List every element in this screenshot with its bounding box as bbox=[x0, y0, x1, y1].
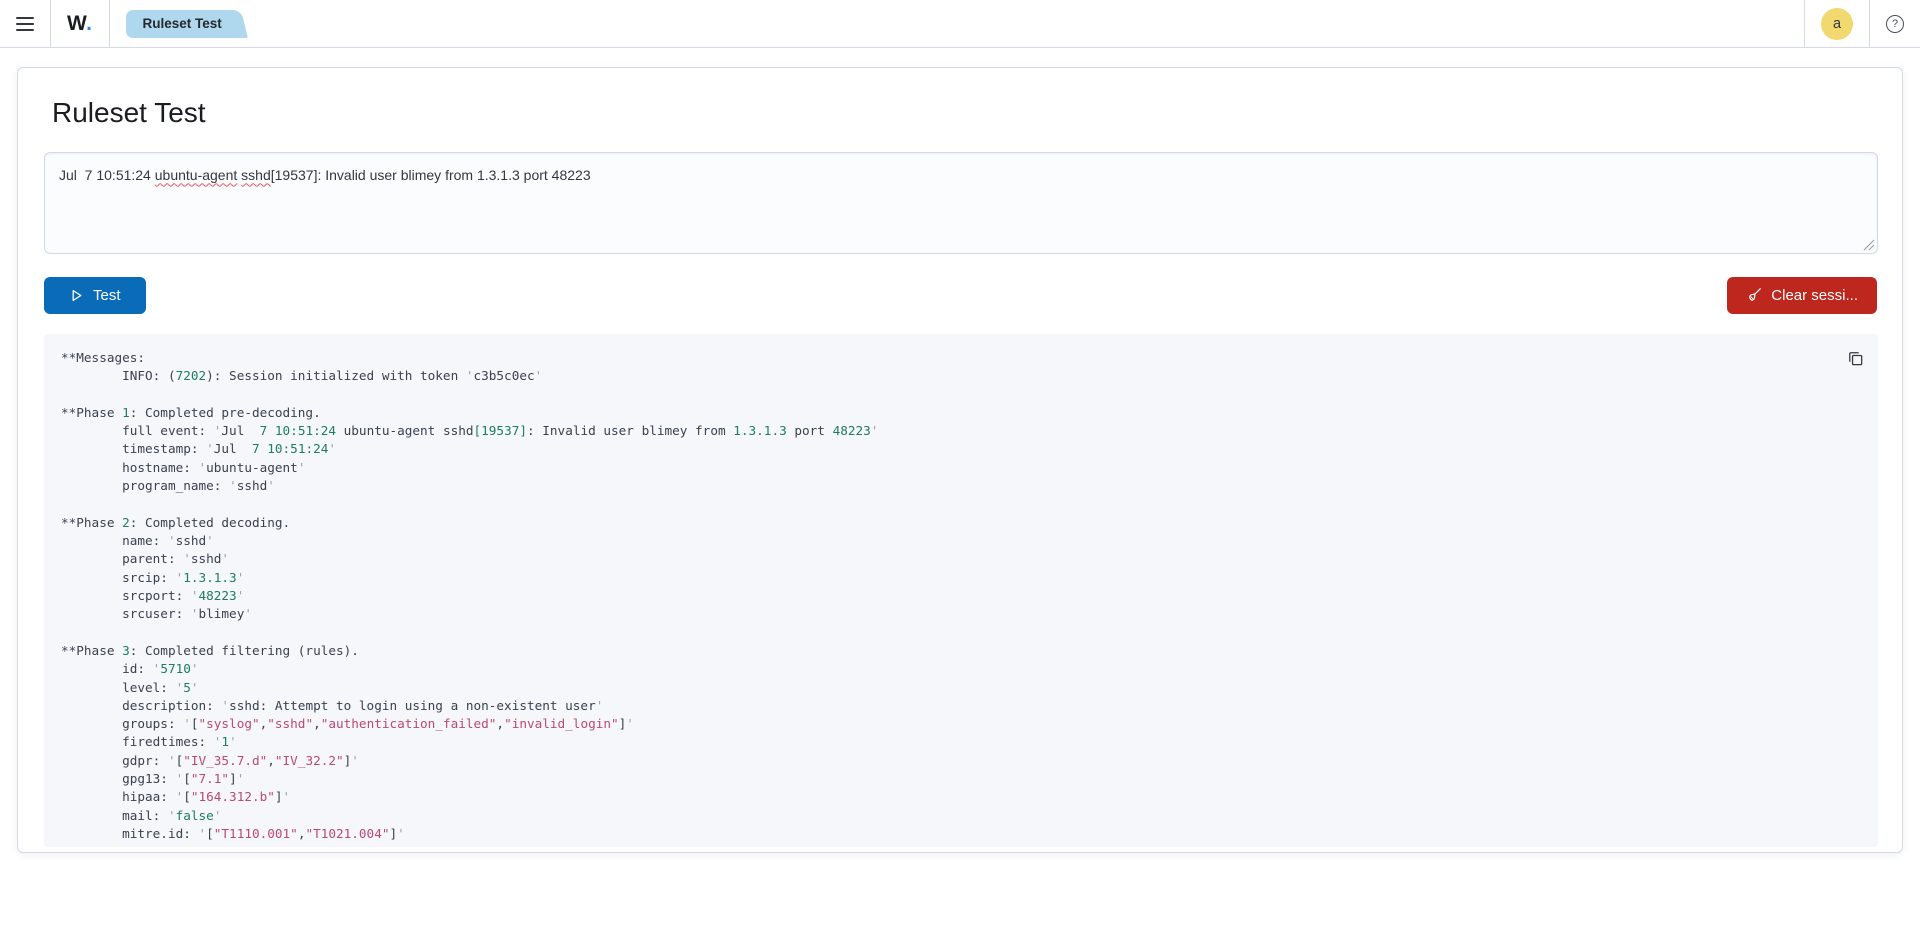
code-line bbox=[61, 385, 1838, 403]
help-cell: ? bbox=[1870, 0, 1920, 47]
log-event-text: Jul 7 10:51:24 ubuntu-agent sshd[19537]:… bbox=[59, 165, 1863, 185]
tab-label: Ruleset Test bbox=[143, 16, 222, 31]
code-line bbox=[61, 495, 1838, 513]
copy-button[interactable] bbox=[1845, 350, 1865, 370]
code-line: gdpr: '["IV_35.7.d","IV_32.2"]' bbox=[61, 752, 1838, 770]
code-line: id: '5710' bbox=[61, 660, 1838, 678]
test-button[interactable]: Test bbox=[44, 277, 146, 314]
code-line: level: '5' bbox=[61, 679, 1838, 697]
code-line: **Phase 1: Completed pre-decoding. bbox=[61, 404, 1838, 422]
code-line bbox=[61, 624, 1838, 642]
code-line: INFO: (7202): Session initialized with t… bbox=[61, 367, 1838, 385]
avatar[interactable]: a bbox=[1821, 8, 1853, 40]
code-line: gpg13: '["7.1"]' bbox=[61, 770, 1838, 788]
menu-cell bbox=[0, 0, 50, 47]
code-line: full event: 'Jul 7 10:51:24 ubuntu-agent… bbox=[61, 422, 1838, 440]
code-line: groups: '["syslog","sshd","authenticatio… bbox=[61, 715, 1838, 733]
code-line: **Messages: bbox=[61, 349, 1838, 367]
avatar-cell: a bbox=[1805, 0, 1869, 47]
code-line: mail: 'false' bbox=[61, 807, 1838, 825]
logo-dot: . bbox=[86, 12, 92, 35]
broom-icon bbox=[1746, 287, 1762, 303]
code-line: srcuser: 'blimey' bbox=[61, 605, 1838, 623]
breadcrumb-area: Ruleset Test bbox=[110, 0, 228, 47]
test-button-label: Test bbox=[93, 287, 121, 304]
code-line: **Phase 3: Completed filtering (rules). bbox=[61, 642, 1838, 660]
spellcheck-word: ubuntu-agent bbox=[155, 167, 238, 183]
code-line: timestamp: 'Jul 7 10:51:24' bbox=[61, 440, 1838, 458]
code-line: firedtimes: '1' bbox=[61, 733, 1838, 751]
clear-session-label: Clear sessi... bbox=[1771, 287, 1858, 304]
test-output-block[interactable]: **Messages: INFO: (7202): Session initia… bbox=[44, 334, 1878, 847]
wazuh-logo[interactable]: W. bbox=[67, 12, 93, 36]
code-line: srcip: '1.3.1.3' bbox=[61, 569, 1838, 587]
help-icon[interactable]: ? bbox=[1886, 15, 1904, 33]
code-line: hostname: 'ubuntu-agent' bbox=[61, 459, 1838, 477]
code-line: **Phase 2: Completed decoding. bbox=[61, 514, 1838, 532]
clear-session-button[interactable]: Clear sessi... bbox=[1727, 277, 1877, 314]
code-line: srcport: '48223' bbox=[61, 587, 1838, 605]
code-line: description: 'sshd: Attempt to login usi… bbox=[61, 697, 1838, 715]
resize-handle[interactable] bbox=[1863, 239, 1875, 251]
code-line: name: 'sshd' bbox=[61, 532, 1838, 550]
tab-ruleset-test[interactable]: Ruleset Test bbox=[126, 10, 228, 38]
ruleset-test-panel: Ruleset Test Jul 7 10:51:24 ubuntu-agent… bbox=[17, 67, 1903, 853]
log-event-input[interactable]: Jul 7 10:51:24 ubuntu-agent sshd[19537]:… bbox=[44, 152, 1878, 254]
code-line: parent: 'sshd' bbox=[61, 550, 1838, 568]
play-icon bbox=[69, 288, 84, 303]
code-line: hipaa: '["164.312.b"]' bbox=[61, 788, 1838, 806]
page-title: Ruleset Test bbox=[52, 96, 1877, 130]
code-line: program_name: 'sshd' bbox=[61, 477, 1838, 495]
help-glyph: ? bbox=[1892, 18, 1898, 30]
logo-letter: W bbox=[67, 12, 86, 35]
test-output-code: **Messages: INFO: (7202): Session initia… bbox=[61, 349, 1838, 844]
logo-cell: W. bbox=[51, 0, 109, 47]
code-line: mitre.id: '["T1110.001","T1021.004"]' bbox=[61, 825, 1838, 843]
top-header: W. Ruleset Test a ? bbox=[0, 0, 1920, 48]
copy-icon bbox=[1847, 350, 1864, 367]
avatar-initial: a bbox=[1833, 16, 1841, 32]
spellcheck-word: sshd bbox=[241, 167, 271, 183]
hamburger-menu-icon[interactable] bbox=[16, 17, 34, 31]
actions-row: Test Clear sessi... bbox=[44, 277, 1877, 314]
